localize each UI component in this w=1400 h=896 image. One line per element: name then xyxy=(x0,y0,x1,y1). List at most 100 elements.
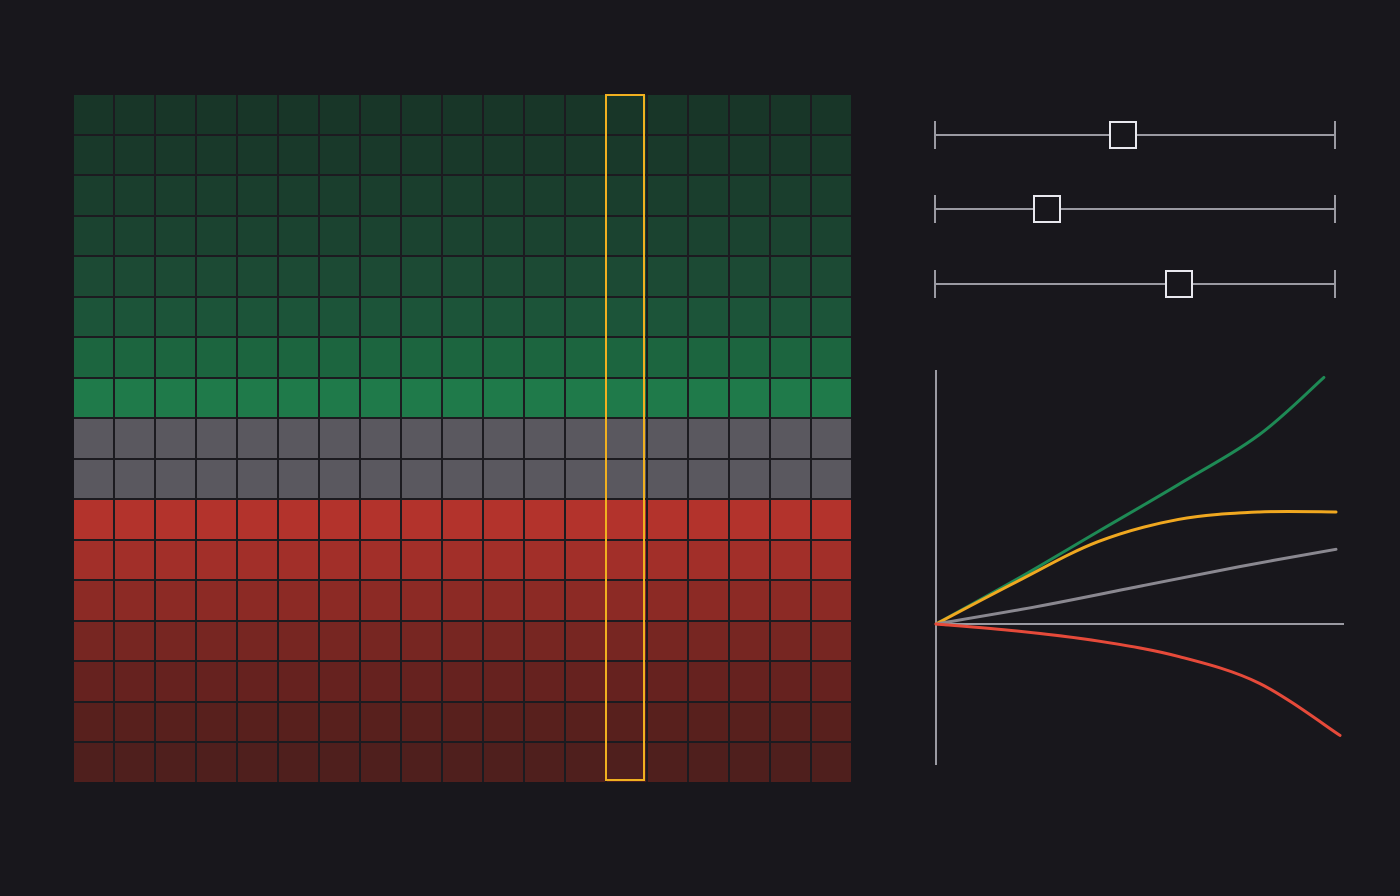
grid-cell[interactable] xyxy=(812,743,851,782)
grid-cell[interactable] xyxy=(156,297,195,337)
grid-cell[interactable] xyxy=(115,95,154,134)
grid-cell[interactable] xyxy=(730,459,769,499)
grid-cell[interactable] xyxy=(402,540,441,580)
grid-cell[interactable] xyxy=(402,135,441,175)
grid-cell[interactable] xyxy=(484,338,523,377)
grid-cell[interactable] xyxy=(238,702,277,742)
grid-cell[interactable] xyxy=(115,743,154,782)
grid-cell[interactable] xyxy=(689,621,728,661)
grid-cell[interactable] xyxy=(156,176,195,215)
grid-cell[interactable] xyxy=(74,702,113,742)
grid-cell[interactable] xyxy=(279,176,318,215)
grid-cell[interactable] xyxy=(238,338,277,377)
grid-cell[interactable] xyxy=(484,702,523,742)
grid-cell[interactable] xyxy=(730,702,769,742)
grid-cell[interactable] xyxy=(238,257,277,296)
grid-cell[interactable] xyxy=(156,540,195,580)
grid-cell[interactable] xyxy=(197,297,236,337)
grid-cell[interactable] xyxy=(648,378,687,418)
grid-cell[interactable] xyxy=(771,459,810,499)
grid-cell[interactable] xyxy=(648,702,687,742)
grid-cell[interactable] xyxy=(566,540,605,580)
grid-cell[interactable] xyxy=(443,581,482,620)
grid-cell[interactable] xyxy=(320,176,359,215)
grid-cell[interactable] xyxy=(525,338,564,377)
grid-cell[interactable] xyxy=(402,338,441,377)
grid-cell[interactable] xyxy=(156,581,195,620)
grid-cell[interactable] xyxy=(279,500,318,539)
grid-cell[interactable] xyxy=(689,135,728,175)
grid-cell[interactable] xyxy=(361,702,400,742)
grid-cell[interactable] xyxy=(771,540,810,580)
grid-cell[interactable] xyxy=(648,581,687,620)
grid-cell[interactable] xyxy=(443,621,482,661)
grid-cell[interactable] xyxy=(156,621,195,661)
grid-cell[interactable] xyxy=(279,216,318,256)
grid-cell[interactable] xyxy=(279,95,318,134)
grid-cell[interactable] xyxy=(648,257,687,296)
grid-cell[interactable] xyxy=(730,621,769,661)
grid-cell[interactable] xyxy=(771,176,810,215)
grid-cell[interactable] xyxy=(525,135,564,175)
grid-cell[interactable] xyxy=(74,257,113,296)
grid-cell[interactable] xyxy=(566,338,605,377)
grid-cell[interactable] xyxy=(730,743,769,782)
grid-cell[interactable] xyxy=(443,743,482,782)
grid-cell[interactable] xyxy=(402,216,441,256)
grid-cell[interactable] xyxy=(320,581,359,620)
grid-cell[interactable] xyxy=(361,581,400,620)
grid-cell[interactable] xyxy=(156,702,195,742)
grid-cell[interactable] xyxy=(484,257,523,296)
grid-cell[interactable] xyxy=(238,540,277,580)
grid-cell[interactable] xyxy=(689,95,728,134)
grid-cell[interactable] xyxy=(197,500,236,539)
grid-cell[interactable] xyxy=(361,419,400,458)
grid-cell[interactable] xyxy=(238,176,277,215)
grid-cell[interactable] xyxy=(361,621,400,661)
grid-cell[interactable] xyxy=(320,297,359,337)
grid-cell[interactable] xyxy=(812,135,851,175)
grid-cell[interactable] xyxy=(320,419,359,458)
grid-cell[interactable] xyxy=(197,135,236,175)
grid-cell[interactable] xyxy=(320,743,359,782)
grid-cell[interactable] xyxy=(689,743,728,782)
grid-cell[interactable] xyxy=(648,135,687,175)
grid-cell[interactable] xyxy=(484,500,523,539)
grid-cell[interactable] xyxy=(74,743,113,782)
grid-cell[interactable] xyxy=(115,338,154,377)
grid-cell[interactable] xyxy=(156,459,195,499)
grid-cell[interactable] xyxy=(156,500,195,539)
grid-cell[interactable] xyxy=(689,581,728,620)
grid-cell[interactable] xyxy=(648,419,687,458)
grid-cell[interactable] xyxy=(566,459,605,499)
grid-cell[interactable] xyxy=(402,378,441,418)
grid-cell[interactable] xyxy=(361,257,400,296)
grid-cell[interactable] xyxy=(320,95,359,134)
grid-cell[interactable] xyxy=(566,297,605,337)
grid-cell[interactable] xyxy=(648,95,687,134)
grid-cell[interactable] xyxy=(525,500,564,539)
grid-cell[interactable] xyxy=(812,257,851,296)
grid-cell[interactable] xyxy=(771,378,810,418)
grid-cell[interactable] xyxy=(525,216,564,256)
grid-cell[interactable] xyxy=(197,581,236,620)
grid-cell[interactable] xyxy=(156,378,195,418)
grid-cell[interactable] xyxy=(238,216,277,256)
grid-cell[interactable] xyxy=(197,621,236,661)
grid-cell[interactable] xyxy=(443,135,482,175)
grid-cell[interactable] xyxy=(361,297,400,337)
grid-cell[interactable] xyxy=(525,662,564,701)
grid-cell[interactable] xyxy=(279,297,318,337)
grid-cell[interactable] xyxy=(648,621,687,661)
slider-1[interactable] xyxy=(934,119,1336,151)
grid-cell[interactable] xyxy=(812,581,851,620)
grid-cell[interactable] xyxy=(443,378,482,418)
grid-cell[interactable] xyxy=(648,743,687,782)
grid-cell[interactable] xyxy=(238,500,277,539)
grid-cell[interactable] xyxy=(730,338,769,377)
grid-cell[interactable] xyxy=(361,216,400,256)
grid-cell[interactable] xyxy=(689,419,728,458)
grid-cell[interactable] xyxy=(730,216,769,256)
grid-cell[interactable] xyxy=(484,176,523,215)
grid-cell[interactable] xyxy=(443,297,482,337)
